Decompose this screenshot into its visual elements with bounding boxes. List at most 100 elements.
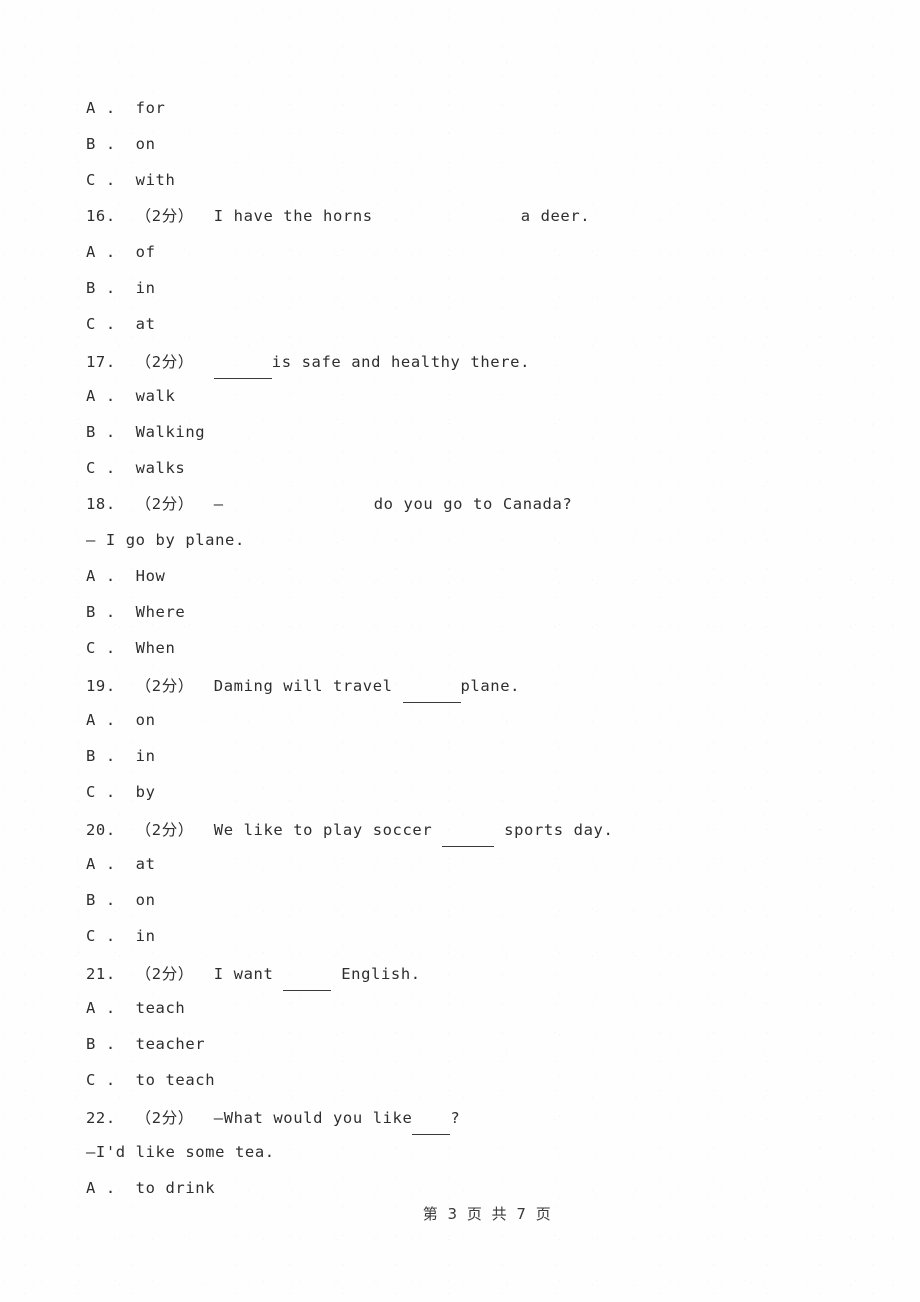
option-row: C . at [86, 306, 846, 342]
option-row: B . on [86, 882, 846, 918]
option-text: with [135, 171, 176, 189]
question-stem: 22. （2分） —What would you like ? [86, 1098, 846, 1135]
option-text: in [135, 927, 156, 945]
question-stem: 19. （2分） Daming will travel plane. [86, 666, 846, 703]
question-number: 20. [86, 821, 136, 839]
option-row: C . by [86, 774, 846, 810]
option-label: A . [86, 243, 136, 261]
stem-after-blank: sports day. [494, 821, 614, 839]
question-number: 22. [86, 1109, 136, 1127]
continuation-text: —I'd like some tea. [86, 1143, 275, 1161]
option-row: C . in [86, 918, 846, 954]
option-label: A . [86, 99, 136, 117]
question-score: （2分） [135, 353, 214, 371]
question-list: A . for B . on C . with 16. （2分） I have the… [86, 90, 846, 1206]
option-text: teach [135, 999, 186, 1017]
option-text: on [135, 891, 156, 909]
option-label: A . [86, 387, 136, 405]
option-text: Walking [135, 423, 206, 441]
option-label: B . [86, 603, 136, 621]
page-footer: 第 3 页 共 7 页 [422, 1205, 554, 1223]
option-label: A . [86, 855, 136, 873]
answer-blank-underline [442, 810, 495, 847]
option-row: B . Where [86, 594, 846, 630]
stem-after-blank: a deer. [520, 207, 591, 225]
option-label: C . [86, 171, 136, 189]
option-label: C . [86, 783, 136, 801]
question-score: （2分） [135, 965, 214, 983]
option-text: Where [135, 603, 186, 621]
continuation-text: — I go by plane. [86, 531, 245, 549]
option-label: B . [86, 279, 136, 297]
option-row: A . to drink [86, 1170, 846, 1206]
question-score: （2分） [135, 677, 214, 695]
option-row: A . walk [86, 378, 846, 414]
question-score: （2分） [135, 1109, 214, 1127]
option-text: on [135, 135, 156, 153]
answer-blank-gap [373, 198, 521, 234]
question-continuation: —I'd like some tea. [86, 1134, 846, 1170]
option-row: A . of [86, 234, 846, 270]
option-row: A . at [86, 846, 846, 882]
option-text: for [135, 99, 166, 117]
option-label: B . [86, 423, 136, 441]
exam-page: A . for B . on C . with 16. （2分） I have the… [0, 0, 920, 1302]
option-text: walk [135, 387, 176, 405]
option-row: A . for [86, 90, 846, 126]
question-stem: 20. （2分） We like to play soccer sports d… [86, 810, 846, 847]
option-row: B . Walking [86, 414, 846, 450]
stem-after-blank: English. [331, 965, 421, 983]
option-label: B . [86, 747, 136, 765]
stem-before-blank: I want [213, 965, 284, 983]
question-number: 16. [86, 207, 136, 225]
option-text: of [135, 243, 156, 261]
option-label: C . [86, 639, 136, 657]
question-continuation: — I go by plane. [86, 522, 846, 558]
answer-blank-underline [402, 666, 461, 703]
option-label: B . [86, 891, 136, 909]
option-text: When [135, 639, 176, 657]
option-label: A . [86, 1179, 136, 1197]
option-row: B . in [86, 738, 846, 774]
stem-before-blank: Daming will travel [213, 677, 403, 695]
question-number: 19. [86, 677, 136, 695]
question-stem: 21. （2分） I want English. [86, 954, 846, 991]
answer-blank-gap [224, 486, 374, 522]
option-row: A . How [86, 558, 846, 594]
option-row: A . on [86, 702, 846, 738]
question-number: 18. [86, 495, 136, 513]
stem-after-blank: is safe and healthy there. [271, 353, 531, 371]
option-text: by [135, 783, 156, 801]
answer-blank-underline [412, 1098, 451, 1135]
option-label: C . [86, 1071, 136, 1089]
option-text: How [135, 567, 166, 585]
stem-before-blank: I have the horns [213, 207, 373, 225]
stem-after-blank: do you go to Canada? [373, 495, 573, 513]
question-score: （2分） [135, 821, 214, 839]
option-label: C . [86, 459, 136, 477]
option-text: teacher [135, 1035, 206, 1053]
option-label: A . [86, 567, 136, 585]
option-text: walks [135, 459, 186, 477]
option-row: A . teach [86, 990, 846, 1026]
option-text: in [135, 279, 156, 297]
stem-after-blank: plane. [460, 677, 521, 695]
stem-after-blank: ? [450, 1109, 461, 1127]
option-row: B . in [86, 270, 846, 306]
question-number: 17. [86, 353, 136, 371]
question-stem: 16. （2分） I have the horns a deer. [86, 198, 846, 234]
option-label: C . [86, 927, 136, 945]
option-label: A . [86, 999, 136, 1017]
option-text: at [135, 315, 156, 333]
question-score: （2分） [135, 495, 214, 513]
question-number: 21. [86, 965, 136, 983]
question-stem: 18. （2分） — do you go to Canada? [86, 486, 846, 522]
option-row: C . to teach [86, 1062, 846, 1098]
option-label: A . [86, 711, 136, 729]
option-text: in [135, 747, 156, 765]
option-row: C . with [86, 162, 846, 198]
answer-blank-underline [283, 954, 332, 991]
option-row: B . on [86, 126, 846, 162]
option-label: B . [86, 135, 136, 153]
stem-before-blank: — [213, 495, 224, 513]
